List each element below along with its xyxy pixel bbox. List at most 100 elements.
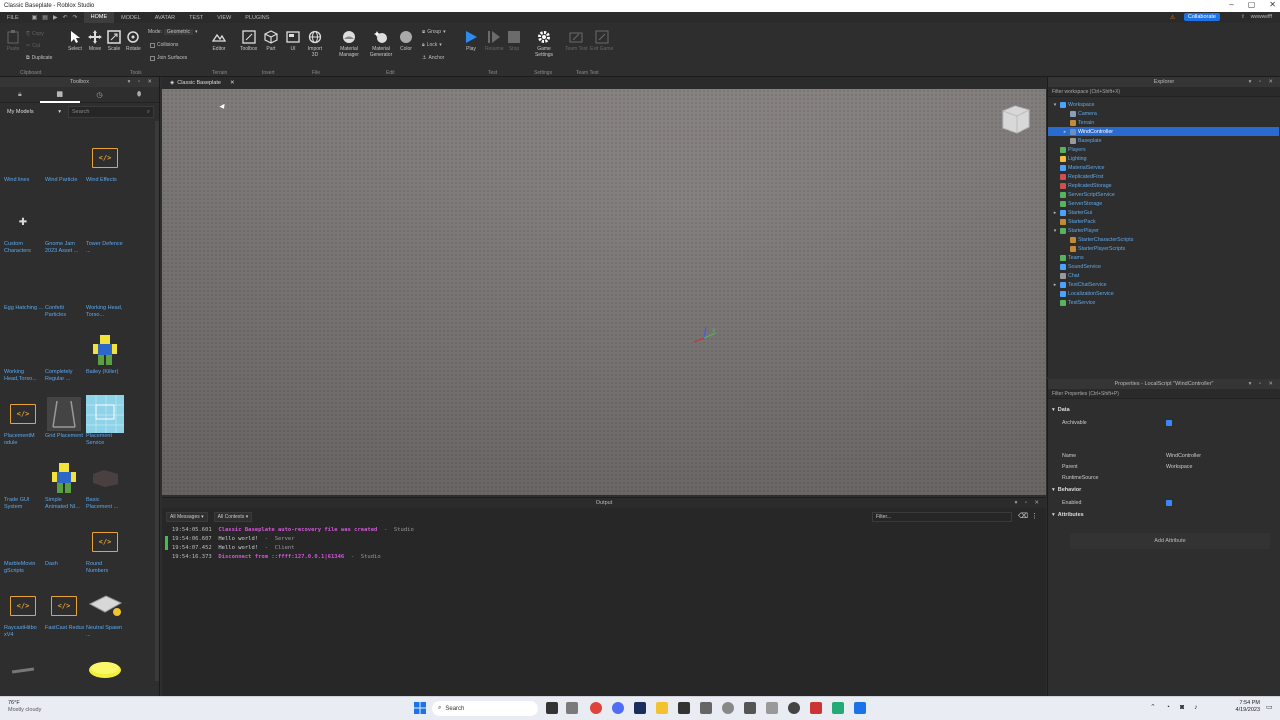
weather-widget[interactable]: 76°F Mostly cloudy (8, 700, 41, 714)
toolbox-item[interactable]: </> RaycastHitbo xV4 (4, 587, 44, 639)
explorer-tree-item[interactable]: TestService (1052, 298, 1095, 307)
undo-icon[interactable]: ↶ (63, 14, 68, 21)
explorer-tree-item[interactable]: ServerScriptService (1052, 190, 1115, 199)
toolbox-item[interactable]: Wind lines (4, 139, 44, 184)
output-menu-icon[interactable]: ⋮ (1031, 512, 1038, 520)
paste-button[interactable]: Paste (6, 30, 20, 52)
panel-controls[interactable]: ▾ ▫ ✕ (1015, 498, 1042, 508)
team-test-button[interactable]: Team Test (565, 30, 588, 52)
menu-file[interactable]: FILE (0, 15, 26, 21)
chevron-right-icon[interactable]: ▸ (1062, 129, 1068, 135)
toolbox-item[interactable]: Working Head, Torso... (86, 267, 126, 319)
section-behavior-header[interactable]: ▾ Behavior (1048, 485, 1280, 495)
toolbox-item[interactable]: Neutral Spawn ... (86, 587, 126, 639)
windows-start-icon[interactable] (414, 702, 426, 714)
app-icon[interactable] (788, 702, 800, 714)
messages-filter-dropdown[interactable]: All Messages ▾ (166, 512, 208, 522)
resume-button[interactable]: Resume (485, 30, 504, 52)
explorer-tree-item[interactable]: SoundService (1052, 262, 1101, 271)
toolbox-item[interactable]: Simple Animated NI... (45, 459, 85, 511)
tab-marketplace[interactable]: ▦ (39, 87, 80, 103)
anchor-button[interactable]: ⚓ Anchor (422, 55, 444, 61)
panel-controls[interactable]: ▾ ▫ ✕ (1249, 77, 1276, 87)
explorer-tree-item[interactable]: Chat (1052, 271, 1079, 280)
toolbox-item[interactable]: Gnome Jam 2023 Asset ... (45, 203, 85, 255)
duplicate-button[interactable]: ⧉ Duplicate (26, 55, 52, 61)
close-icon[interactable]: ✕ (1269, 0, 1276, 9)
toolbox-item[interactable]: ✚ Custom Characters (4, 203, 44, 255)
archivable-checkbox[interactable] (1166, 419, 1172, 426)
section-attributes-header[interactable]: ▾ Attributes (1048, 510, 1280, 520)
group-button[interactable]: ⧈ Group ▾ (422, 29, 446, 35)
app-icon[interactable] (744, 702, 756, 714)
system-tray-icons[interactable]: ⌃ ◔ ◙ ♪ (1150, 703, 1202, 711)
toolbox-item[interactable]: </> FastCast Redux (45, 587, 85, 632)
toolbox-item[interactable]: Grid Placement (45, 395, 85, 440)
material-generator-button[interactable]: Material Generator (368, 30, 394, 58)
toolbox-item[interactable]: Bailey (Killer) (86, 331, 126, 376)
tab-inventory[interactable]: 🔒︎ (0, 87, 40, 103)
explorer-tree-item[interactable]: ServerStorage (1052, 199, 1102, 208)
publish-icon[interactable]: ▤ (42, 14, 48, 21)
collaborate-button[interactable]: Collaborate (1183, 13, 1220, 21)
toolbox-item[interactable]: Tower Defence ... (86, 203, 126, 255)
toolbox-item[interactable]: MarbleMovin gScripts (4, 523, 44, 575)
share-icon[interactable]: ⇪ (1241, 14, 1245, 20)
mode-select[interactable]: Mode: Geometric ▾ (148, 29, 197, 35)
notification-icon[interactable]: ⚠ (1170, 14, 1175, 21)
explorer-tree-item[interactable]: ReplicatedStorage (1052, 181, 1112, 190)
minimize-icon[interactable]: – (1229, 0, 1233, 9)
explorer-tree-item[interactable]: ▾ StarterPlayer (1052, 226, 1099, 235)
username[interactable]: wwwwefff (1251, 14, 1272, 20)
add-attribute-button[interactable]: Add Attribute (1070, 533, 1270, 549)
explorer-tree-item[interactable]: Terrain (1062, 118, 1094, 127)
toolbox-item[interactable]: Placement Service (86, 395, 126, 447)
explorer-tree-item[interactable]: StarterPack (1052, 217, 1096, 226)
roblox-studio-icon[interactable] (854, 702, 866, 714)
tab-model[interactable]: MODEL (114, 15, 148, 21)
toolbox-item[interactable]: </> Round Numbers (86, 523, 126, 575)
app-icon[interactable] (832, 702, 844, 714)
terrain-editor-button[interactable]: Editor (212, 30, 226, 52)
explorer-tree-item[interactable]: LocalizationService (1052, 289, 1114, 298)
explorer-tree-item[interactable]: StarterPlayerScripts (1062, 244, 1125, 253)
contexts-filter-dropdown[interactable]: All Contexts ▾ (213, 512, 253, 522)
explorer-filter-input[interactable]: Filter workspace (Ctrl+Shift+X) (1048, 87, 1280, 97)
play-small-icon[interactable]: ▶ (53, 14, 58, 21)
property-parent-value[interactable]: Workspace (1166, 464, 1192, 470)
app-icon[interactable] (678, 702, 690, 714)
toolbox-item[interactable]: Basic Placement ... (86, 459, 126, 511)
app-icon[interactable] (722, 702, 734, 714)
toolbox-item[interactable] (86, 651, 126, 689)
category-dropdown[interactable]: My Models ▾ (4, 106, 64, 118)
stop-button[interactable]: Stop (507, 30, 521, 52)
toolbox-item[interactable]: </> Wind Effects (86, 139, 126, 184)
explorer-tree-item[interactable]: ▸ WindController (1048, 127, 1279, 136)
toolbox-item[interactable]: Trade GUI System (4, 459, 44, 511)
redo-icon[interactable]: ↷ (73, 14, 78, 21)
save-icon[interactable]: ▣ (32, 14, 38, 21)
panel-controls[interactable]: ▾ ▫ ✕ (1249, 379, 1276, 389)
explorer-tree-item[interactable]: ▸ StarterGui (1052, 208, 1092, 217)
tab-creations[interactable]: ⬮ (119, 87, 159, 103)
join-surfaces-toggle[interactable]: Join Surfaces (150, 55, 187, 61)
explorer-tree-item[interactable]: MaterialService (1052, 163, 1105, 172)
toolbox-item[interactable]: Completely Regular ... (45, 331, 85, 383)
chevron-right-icon[interactable]: ▸ (1052, 282, 1058, 288)
properties-filter-input[interactable]: Filter Properties (Ctrl+Shift+P) (1048, 389, 1280, 399)
explorer-tree-item[interactable]: ▾ Workspace (1052, 100, 1094, 109)
chevron-down-icon[interactable]: ▾ (1052, 102, 1058, 108)
section-data-header[interactable]: ▾ Data (1048, 405, 1280, 415)
clear-output-icon[interactable]: ⌫ (1018, 512, 1028, 520)
ui-button[interactable]: UI (286, 30, 300, 52)
toolbox-scrollbar[interactable] (155, 121, 159, 681)
move-button[interactable]: Move (88, 30, 102, 52)
toolbox-item[interactable]: Confetti Particles (45, 267, 85, 319)
close-icon[interactable]: ✕ (230, 80, 235, 86)
toolbox-item[interactable]: </> PlacementM odule (4, 395, 44, 447)
exit-game-button[interactable]: Exit Game (590, 30, 613, 52)
chevron-right-icon[interactable]: ▸ (1052, 210, 1058, 216)
view-cube[interactable] (997, 103, 1037, 139)
tab-recent[interactable]: ◷ (80, 87, 120, 103)
tab-classic-baseplate[interactable]: ◈ Classic Baseplate ✕ (166, 77, 239, 89)
